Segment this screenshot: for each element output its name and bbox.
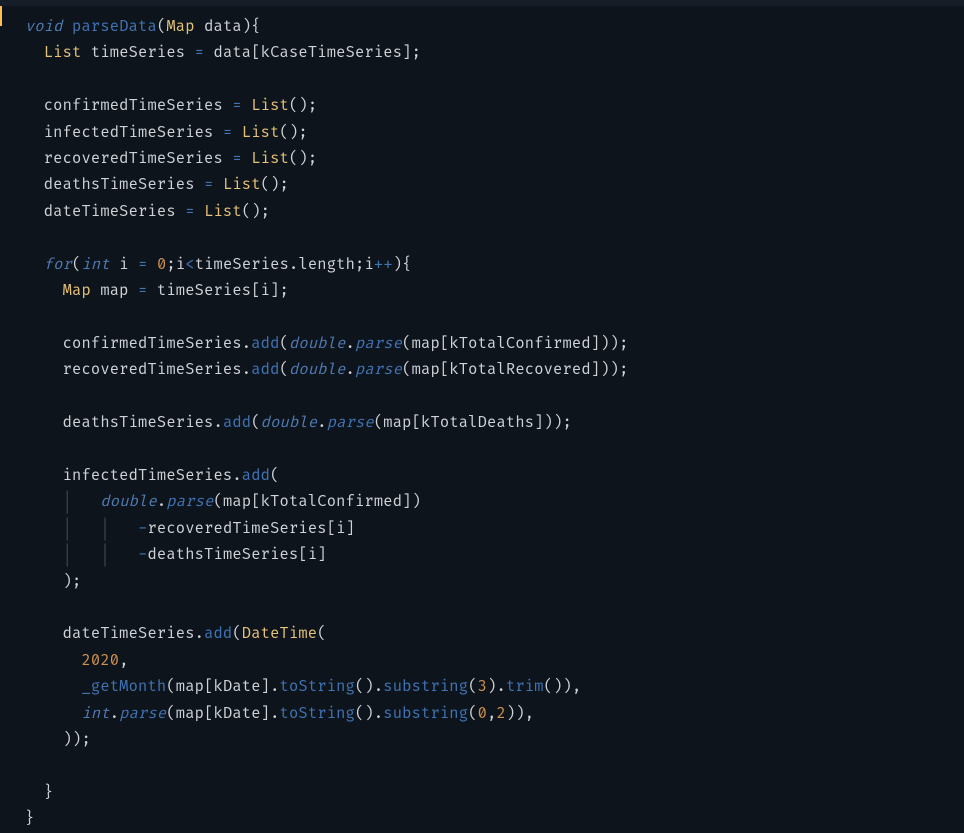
indent-guide: │ <box>63 492 72 511</box>
code-blank-line <box>6 440 15 459</box>
code-blank-line <box>6 756 15 775</box>
code-line: for(int i = 0;i<timeSeries.length;i++){ <box>6 255 412 274</box>
code-line: int.parse(map[kDate].toString().substrin… <box>6 704 534 723</box>
indent-guide: │ <box>63 545 72 564</box>
code-blank-line <box>6 387 15 406</box>
code-line: } <box>6 783 53 802</box>
code-line: dateTimeSeries = List(); <box>6 202 270 221</box>
code-line: │ │ -recoveredTimeSeries[i] <box>6 519 355 538</box>
code-line: _getMonth(map[kDate].toString().substrin… <box>6 677 581 696</box>
indent-guide: │ <box>100 545 109 564</box>
code-line: │ │ -deathsTimeSeries[i] <box>6 545 327 564</box>
code-line: 2020, <box>6 651 129 670</box>
code-line: deathsTimeSeries = List(); <box>6 175 289 194</box>
code-line: recoveredTimeSeries = List(); <box>6 149 317 168</box>
code-line: deathsTimeSeries.add(double.parse(map[kT… <box>6 413 572 432</box>
code-blank-line <box>6 598 15 617</box>
code-blank-line <box>6 228 15 247</box>
indent-guide: │ <box>63 519 72 538</box>
code-line: List timeSeries = data[kCaseTimeSeries]; <box>6 43 421 62</box>
code-line: dateTimeSeries.add(DateTime( <box>6 624 327 643</box>
code-blank-line <box>6 307 15 326</box>
code-line: confirmedTimeSeries = List(); <box>6 96 317 115</box>
code-line: infectedTimeSeries.add( <box>6 466 280 485</box>
code-line: ); <box>6 572 81 591</box>
code-line: │ double.parse(map[kTotalConfirmed]) <box>6 492 421 511</box>
indent-guide: │ <box>100 519 109 538</box>
code-line: )); <box>6 730 91 749</box>
code-line: Map map = timeSeries[i]; <box>6 281 289 300</box>
code-line: infectedTimeSeries = List(); <box>6 123 308 142</box>
code-line: } <box>6 809 34 828</box>
code-blank-line <box>6 70 15 89</box>
text-cursor <box>0 6 2 26</box>
code-line: recoveredTimeSeries.add(double.parse(map… <box>6 360 629 379</box>
code-editor-content[interactable]: void parseData(Map data){ List timeSerie… <box>0 6 964 833</box>
code-line: confirmedTimeSeries.add(double.parse(map… <box>6 334 629 353</box>
code-line: void parseData(Map data){ <box>6 17 261 36</box>
